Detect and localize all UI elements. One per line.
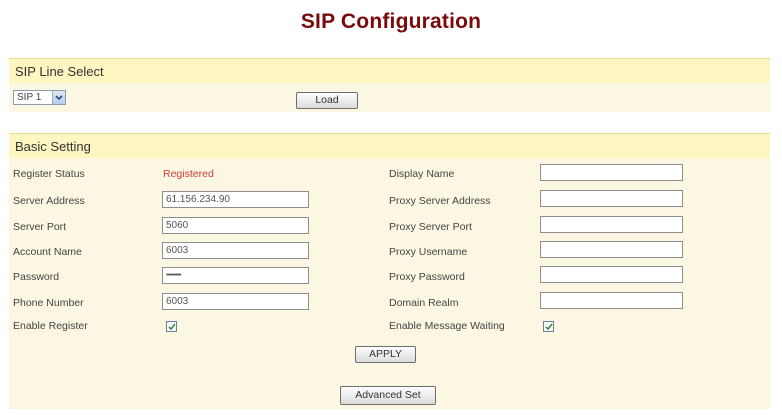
display-name-input[interactable] bbox=[540, 164, 683, 181]
display-name-label: Display Name bbox=[389, 168, 455, 180]
proxy-server-port-input[interactable] bbox=[540, 216, 683, 233]
enable-message-waiting-label: Enable Message Waiting bbox=[389, 320, 505, 332]
proxy-username-input[interactable] bbox=[540, 241, 683, 258]
domain-realm-input[interactable] bbox=[540, 292, 683, 309]
check-icon bbox=[168, 323, 176, 331]
load-button[interactable]: Load bbox=[296, 92, 358, 109]
page-title: SIP Configuration bbox=[300, 10, 482, 33]
proxy-username-label: Proxy Username bbox=[389, 246, 468, 258]
advanced-set-button[interactable]: Advanced Set bbox=[340, 386, 436, 405]
phone-number-label: Phone Number bbox=[13, 297, 84, 309]
server-address-input[interactable]: 61.156.234.90 bbox=[162, 191, 309, 208]
enable-message-waiting-checkbox[interactable] bbox=[543, 321, 554, 332]
sip-line-select[interactable]: SIP 1 bbox=[13, 90, 66, 105]
enable-register-label: Enable Register bbox=[13, 320, 88, 332]
account-name-label: Account Name bbox=[13, 246, 82, 258]
proxy-password-label: Proxy Password bbox=[389, 271, 465, 283]
phone-number-input[interactable]: 6003 bbox=[162, 293, 309, 310]
server-port-label: Server Port bbox=[13, 221, 67, 233]
register-status-value: Registered bbox=[163, 168, 214, 180]
enable-register-checkbox[interactable] bbox=[166, 321, 177, 332]
server-address-label: Server Address bbox=[13, 195, 85, 207]
chevron-down-icon[interactable] bbox=[52, 91, 65, 104]
check-icon bbox=[545, 323, 553, 331]
sip-line-select-header: SIP Line Select bbox=[9, 58, 770, 83]
account-name-input[interactable]: 6003 bbox=[162, 242, 309, 259]
register-status-label: Register Status bbox=[13, 168, 85, 180]
basic-setting-header: Basic Setting bbox=[9, 133, 770, 158]
sip-line-selected-value: SIP 1 bbox=[17, 92, 42, 103]
password-label: Password bbox=[13, 271, 60, 283]
proxy-password-input[interactable] bbox=[540, 266, 683, 283]
domain-realm-label: Domain Realm bbox=[389, 297, 459, 309]
proxy-server-address-label: Proxy Server Address bbox=[389, 195, 491, 207]
proxy-server-address-input[interactable] bbox=[540, 190, 683, 207]
apply-button[interactable]: APPLY bbox=[355, 346, 416, 363]
sip-line-select-panel: SIP Line Select bbox=[9, 58, 770, 112]
proxy-server-port-label: Proxy Server Port bbox=[389, 221, 472, 233]
server-port-input[interactable]: 5060 bbox=[162, 217, 309, 234]
password-input[interactable]: •••••••••• bbox=[162, 267, 309, 284]
